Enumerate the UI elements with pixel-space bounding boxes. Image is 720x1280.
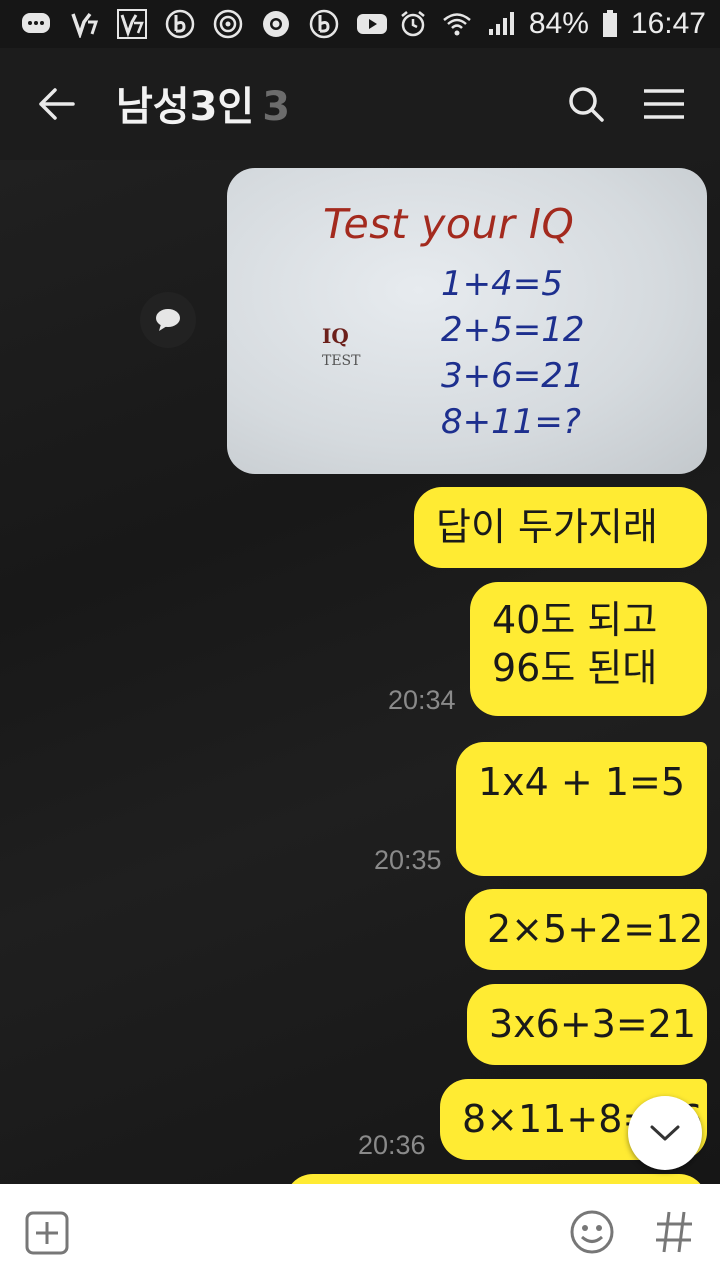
chat-room-name: 남성3인 <box>116 84 255 130</box>
search-button[interactable] <box>560 78 612 130</box>
message-text: 96도 된대 <box>492 646 658 690</box>
emoji-icon <box>570 1210 614 1254</box>
message-input-bar <box>0 1184 720 1280</box>
hamburger-menu-icon <box>644 89 684 119</box>
emoji-button[interactable] <box>568 1208 616 1256</box>
b-app-icon <box>164 8 196 40</box>
chevron-down-icon <box>650 1125 680 1141</box>
message-time: 20:35 <box>374 845 442 875</box>
chrome-icon <box>260 8 292 40</box>
search-icon <box>569 87 604 122</box>
image-equation: 8+11=? <box>441 402 581 442</box>
target-icon <box>212 8 244 40</box>
battery-icon <box>601 8 619 40</box>
v3-plus-icon <box>116 8 148 40</box>
b-app-icon <box>308 8 340 40</box>
menu-button[interactable] <box>638 78 690 130</box>
youtube-icon <box>356 8 388 40</box>
image-title-text: Test your IQ <box>323 200 575 248</box>
battery-percent: 84% <box>528 7 589 40</box>
message-text: 2×5+2=12 <box>487 907 704 951</box>
hashtag-search-button[interactable] <box>650 1202 698 1262</box>
message-text: 답이 두가지래 <box>436 505 658 549</box>
status-bar: 84% 16:47 <box>0 0 720 48</box>
message-text: 40도 되고 <box>492 598 658 642</box>
messenger-icon <box>20 8 52 40</box>
message-text: 1x4 + 1=5 <box>478 760 686 804</box>
hashtag-icon <box>656 1211 692 1253</box>
message-bubble[interactable]: 3x6+3=21 <box>467 984 707 1065</box>
image-equation: 2+5=12 <box>441 310 585 350</box>
message-bubble[interactable]: 1x4 + 1=5 <box>456 742 707 876</box>
image-equation: 3+6=21 <box>441 356 585 396</box>
wifi-icon <box>441 8 473 40</box>
image-equation: 1+4=5 <box>441 264 563 304</box>
scroll-to-bottom-button[interactable] <box>628 1096 702 1170</box>
message-bubble[interactable]: 답이 두가지래 <box>414 487 707 568</box>
plus-square-icon <box>25 1211 69 1255</box>
clock: 16:47 <box>630 7 706 40</box>
attach-button[interactable] <box>24 1210 70 1256</box>
message-bubble[interactable]: 2×5+2=12 <box>465 889 707 970</box>
share-button[interactable] <box>140 292 196 348</box>
message-time: 20:36 <box>358 1130 426 1160</box>
image-logo-iq: IQ <box>322 324 349 348</box>
message-bubble[interactable]: 40도 되고 96도 된대 <box>470 582 707 716</box>
image-logo-test: TEST <box>322 353 361 369</box>
message-text: 3x6+3=21 <box>489 1002 697 1046</box>
alarm-icon <box>397 8 429 40</box>
back-button[interactable] <box>30 78 82 130</box>
v3-icon <box>68 8 100 40</box>
back-arrow-icon <box>39 88 75 120</box>
shared-image[interactable]: Test your IQ 1+4=5 2+5=12 3+6=21 8+11=? … <box>227 168 707 474</box>
signal-icon <box>485 8 517 40</box>
speech-bubble-icon <box>156 309 180 331</box>
chat-header: 남성3인 3 <box>0 48 720 160</box>
message-time: 20:34 <box>388 685 456 715</box>
chat-title: 남성3인 3 <box>116 74 290 132</box>
member-count: 3 <box>262 84 291 130</box>
